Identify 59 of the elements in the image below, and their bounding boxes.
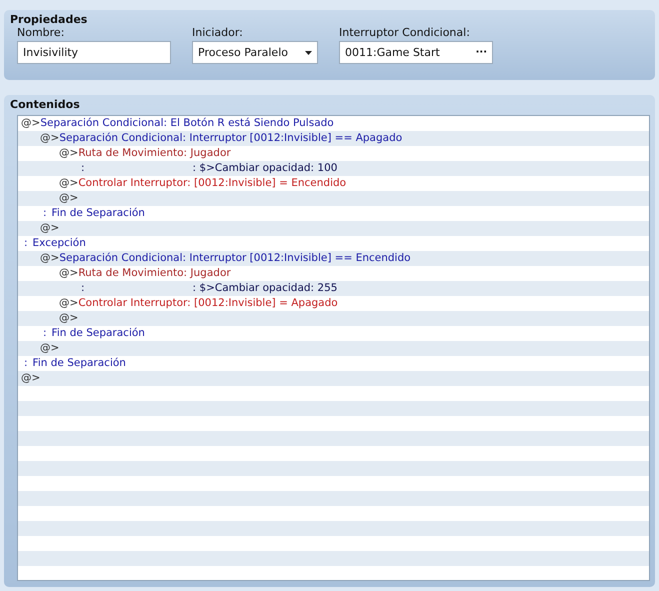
- command-prefix: @>: [59, 297, 78, 309]
- command-row[interactable]: : Fin de Separación: [18, 206, 649, 221]
- command-row[interactable]: @>: [18, 311, 649, 326]
- command-prefix: :: [24, 357, 28, 369]
- command-prefix: :: [43, 327, 47, 339]
- command-row[interactable]: @>Separación Condicional: Interruptor [0012:Invisible] == Encendido: [18, 251, 649, 266]
- command-prefix: @>: [21, 372, 40, 384]
- command-row[interactable]: : : $>Cambiar opacidad: 100: [18, 161, 649, 176]
- command-prefix: @>: [59, 312, 78, 324]
- command-text: Controlar Interruptor: [0012:Invisible] = Apagado: [78, 297, 338, 309]
- command-text: Separación Condicional: El Botón R está Siendo Pulsado: [40, 117, 334, 129]
- command-prefix: @>: [40, 342, 60, 354]
- command-prefix: @>: [40, 252, 60, 264]
- switch-field[interactable]: 0011:Game Start ···: [339, 41, 493, 64]
- command-prefix: :: [43, 207, 47, 219]
- command-prefix: @>: [40, 132, 60, 144]
- name-field[interactable]: Invisivility: [17, 41, 171, 64]
- command-row[interactable]: : Excepción: [18, 236, 649, 251]
- command-text: Fin de Separación: [32, 357, 126, 369]
- browse-button[interactable]: ···: [476, 47, 487, 58]
- panel-title: Contenidos: [10, 98, 81, 111]
- field-label: Nombre:: [17, 26, 66, 39]
- command-text: Excepción: [32, 237, 86, 249]
- command-prefix: @>: [59, 147, 78, 159]
- trigger-dropdown[interactable]: Proceso Paralelo: [192, 41, 318, 64]
- command-row[interactable]: @>Separación Condicional: El Botón R está Siendo Pulsado: [18, 116, 649, 131]
- command-prefix: @>: [59, 267, 78, 279]
- command-row[interactable]: : Fin de Separación: [18, 356, 649, 371]
- command-text: Separación Condicional: Interruptor [0012:Invisible] == Encendido: [59, 252, 411, 264]
- command-prefix: @>: [59, 177, 78, 189]
- command-row[interactable]: : : $>Cambiar opacidad: 255: [18, 281, 649, 296]
- command-prefix: @>: [21, 117, 40, 129]
- command-row[interactable]: @>Controlar Interruptor: [0012:Invisible] = Apagado: [18, 296, 649, 311]
- command-row[interactable]: @>: [18, 371, 649, 386]
- command-row[interactable]: @>Controlar Interruptor: [0012:Invisible] = Encendido: [18, 176, 649, 191]
- command-row[interactable]: @>: [18, 191, 649, 206]
- command-text: : $>Cambiar opacidad: 255: [192, 282, 338, 294]
- command-row[interactable]: @>Separación Condicional: Interruptor [0012:Invisible] == Apagado: [18, 131, 649, 146]
- command-text: Controlar Interruptor: [0012:Invisible] = Encendido: [78, 177, 346, 189]
- command-row[interactable]: @>Ruta de Movimiento: Jugador: [18, 266, 649, 281]
- command-prefix: @>: [59, 192, 78, 204]
- field-label: Iniciador:: [192, 26, 244, 39]
- command-row[interactable]: @>: [18, 221, 649, 236]
- command-prefix: @>: [40, 222, 60, 234]
- command-text: : $>Cambiar opacidad: 100: [192, 162, 338, 174]
- command-text: Ruta de Movimiento: Jugador: [78, 267, 231, 279]
- command-text: Fin de Separación: [52, 327, 145, 339]
- command-prefix: :: [24, 237, 28, 249]
- panel-title: Propiedades: [10, 13, 88, 26]
- command-row[interactable]: @>Ruta de Movimiento: Jugador: [18, 146, 649, 161]
- field-label: Interruptor Condicional:: [339, 26, 471, 39]
- command-text: Separación Condicional: Interruptor [0012:Invisible] == Apagado: [59, 132, 402, 144]
- caret-icon: [305, 50, 312, 54]
- command-row[interactable]: @>: [18, 341, 649, 356]
- command-text: Ruta de Movimiento: Jugador: [78, 147, 231, 159]
- command-prefix: :: [81, 162, 85, 174]
- command-text: Fin de Separación: [52, 207, 145, 219]
- command-prefix: :: [81, 282, 85, 294]
- command-row[interactable]: : Fin de Separación: [18, 326, 649, 341]
